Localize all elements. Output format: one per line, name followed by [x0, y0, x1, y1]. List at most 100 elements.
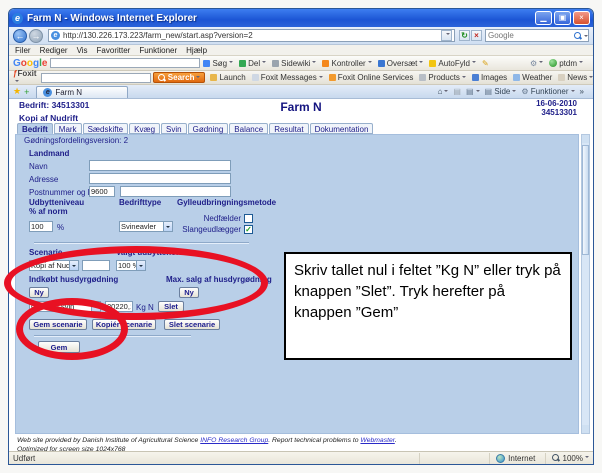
slangeudlaegger-checkbox[interactable]: ✓: [244, 225, 253, 234]
annotation-oval-gem: [16, 298, 128, 360]
del-icon: [239, 60, 246, 67]
menu-vis[interactable]: Vis: [77, 46, 88, 55]
print-icon: ▤: [466, 87, 474, 96]
browser-tab-farmn[interactable]: e Farm N: [36, 86, 128, 98]
tab-resultat[interactable]: Resultat: [269, 123, 308, 134]
favorites-star-icon[interactable]: ★: [13, 86, 21, 97]
google-pen-button[interactable]: ✎: [482, 59, 489, 68]
postnummer-input[interactable]: [89, 186, 115, 197]
foxit-news-button[interactable]: News: [558, 73, 593, 82]
stop-icon[interactable]: ×: [471, 30, 482, 41]
tab-bedrift[interactable]: Bedrift: [17, 123, 53, 134]
close-button[interactable]: ×: [573, 11, 590, 25]
launch-icon: [210, 74, 217, 81]
menu-favoritter[interactable]: Favoritter: [97, 46, 131, 55]
google-account-button[interactable]: ptdm: [549, 59, 583, 68]
foxit-logo[interactable]: ƒFoxit: [13, 69, 37, 87]
google-search-input[interactable]: [50, 58, 200, 68]
google-kontroller-button[interactable]: Kontroller: [322, 59, 371, 68]
add-favorite-icon[interactable]: +: [24, 87, 29, 97]
postnummer-label: Postnummer og by: [29, 188, 96, 197]
account-orb-icon: [549, 59, 557, 67]
scroll-down-icon[interactable]: [582, 425, 589, 433]
slangeudlaegger-label: Slangeudlægger: [176, 225, 241, 234]
home-icon: ⌂: [438, 87, 443, 96]
refresh-icon[interactable]: ↻: [459, 30, 470, 41]
menu-rediger[interactable]: Rediger: [40, 46, 68, 55]
wrench-icon: ⚙: [530, 59, 537, 68]
bedrifttype-select[interactable]: Svineavler: [119, 221, 173, 232]
page-header: Bedrift: 34513301 Farm N 16-06-201034513…: [9, 99, 593, 113]
udbytte-input[interactable]: [29, 221, 53, 232]
search-box[interactable]: [485, 29, 589, 42]
zoom-control[interactable]: 100%: [545, 453, 589, 464]
home-button[interactable]: ⌂: [438, 87, 449, 96]
toolbar-overflow-chevron[interactable]: »: [580, 87, 584, 96]
menu-funktioner[interactable]: Funktioner: [139, 46, 177, 55]
internet-zone-icon: [496, 454, 505, 463]
by-input[interactable]: [120, 186, 231, 197]
search-magnifier-icon[interactable]: [574, 32, 582, 40]
page-icon: ▤: [485, 87, 493, 96]
products-icon: [419, 74, 426, 81]
restore-button[interactable]: ▣: [554, 11, 571, 25]
bedrifttype-header: Bedrifttype: [119, 198, 161, 207]
foxit-products-button[interactable]: Products: [419, 73, 466, 82]
landmand-header: Landmand: [29, 149, 69, 158]
address-dropdown-icon[interactable]: [441, 30, 452, 41]
scroll-up-icon[interactable]: [582, 135, 589, 143]
foxit-messages-button[interactable]: Foxit Messages: [252, 73, 323, 82]
security-zone: Internet: [489, 453, 535, 464]
google-oversaet-button[interactable]: Oversæt: [378, 59, 424, 68]
menu-filer[interactable]: Filer: [15, 46, 31, 55]
scrollbar-thumb[interactable]: [582, 145, 589, 255]
google-sog-button[interactable]: Søg: [203, 59, 233, 68]
feed-button[interactable]: ▤: [453, 87, 461, 96]
adresse-input[interactable]: [89, 173, 231, 184]
foxit-online-button[interactable]: Foxit Online Services: [329, 73, 414, 82]
webmaster-link[interactable]: Webmaster: [360, 437, 394, 444]
google-autofyld-button[interactable]: AutoFyld: [429, 59, 476, 68]
tab-goedning[interactable]: Gødning: [188, 123, 229, 134]
forward-button[interactable]: →: [29, 29, 43, 43]
navn-input[interactable]: [89, 160, 231, 171]
foxit-search-button[interactable]: Search: [153, 72, 206, 83]
sog-icon: [203, 60, 210, 67]
foxit-search-input[interactable]: [41, 73, 151, 83]
scenario-subtitle: Kopi af Nudrift: [19, 113, 78, 123]
google-wrench-button[interactable]: ⚙: [530, 59, 543, 68]
menu-bar: Filer Rediger Vis Favoritter Funktioner …: [9, 45, 593, 56]
menu-hjaelp[interactable]: Hjælp: [186, 46, 207, 55]
google-sidewiki-button[interactable]: Sidewiki: [272, 59, 316, 68]
tab-saedskifte[interactable]: Sædskifte: [83, 123, 129, 134]
foxit-launch-button[interactable]: Launch: [210, 73, 245, 82]
side-button[interactable]: ▤ Side: [485, 87, 517, 96]
select-arrow-icon: [163, 222, 172, 231]
content-scrollbar[interactable]: [581, 134, 590, 434]
back-button[interactable]: ←: [13, 29, 27, 43]
google-del-button[interactable]: Del: [239, 59, 266, 68]
tab-balance[interactable]: Balance: [229, 123, 268, 134]
foxit-images-button[interactable]: Images: [472, 73, 507, 82]
minimize-button[interactable]: ▁: [535, 11, 552, 25]
tab-mark[interactable]: Mark: [54, 123, 82, 134]
ie-window: e Farm N - Windows Internet Explorer ▁ ▣…: [8, 8, 594, 465]
gylle-header: Gylleudbringningsmetode: [177, 198, 276, 207]
window-title: Farm N - Windows Internet Explorer: [27, 13, 533, 24]
page-title: Farm N: [9, 100, 593, 114]
funktioner-button[interactable]: ⚙ Funktioner: [521, 87, 574, 96]
foxit-weather-button[interactable]: Weather: [513, 73, 552, 82]
oversaet-icon: [378, 60, 385, 67]
tab-dokumentation[interactable]: Dokumentation: [310, 123, 374, 134]
search-input[interactable]: [486, 31, 574, 40]
info-research-group-link[interactable]: INFO Research Group: [200, 437, 268, 444]
search-dropdown-icon[interactable]: [582, 27, 588, 45]
address-field[interactable]: e http://130.226.173.223/farm_new/start.…: [48, 29, 455, 42]
status-bar: Udført Internet 100%: [9, 451, 593, 464]
tab-kvaeg[interactable]: Kvæg: [129, 123, 160, 134]
nedfaelder-checkbox[interactable]: [244, 214, 253, 223]
page-date: 16-06-2010: [536, 99, 577, 108]
tab-svin[interactable]: Svin: [161, 123, 187, 134]
print-button[interactable]: ▤: [466, 87, 480, 96]
slet-scenarie-button[interactable]: Slet scenarie: [164, 319, 220, 330]
